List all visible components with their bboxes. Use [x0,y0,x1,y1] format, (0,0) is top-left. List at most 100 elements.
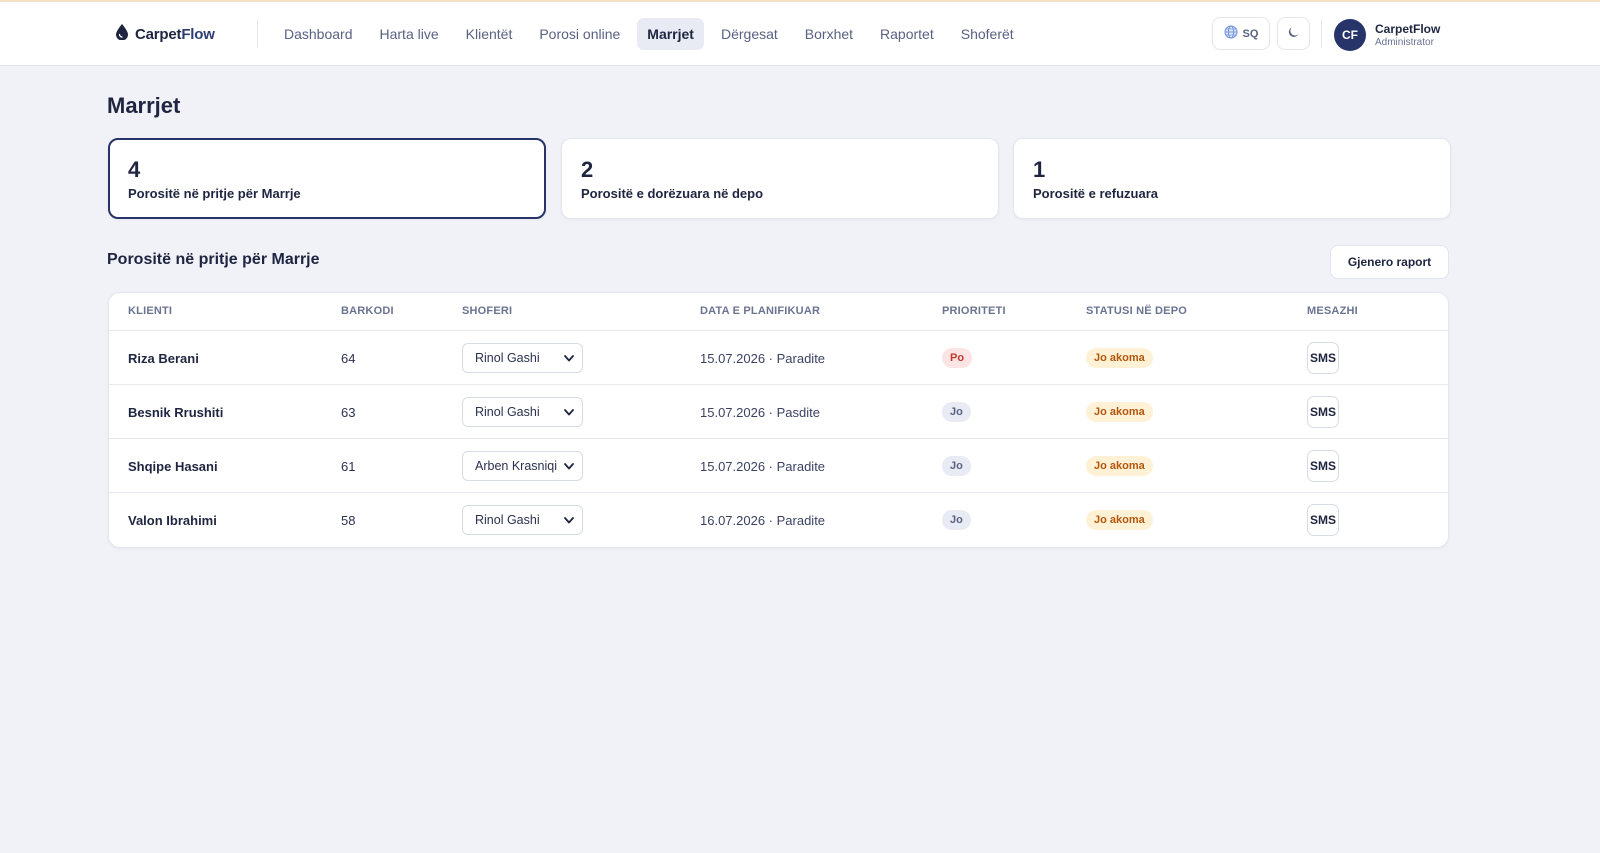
priority-cell: Po [942,331,973,385]
message-cell: SMS [1307,385,1339,439]
top-navbar: CarpetFlow Dashboard Harta live Klientët… [0,2,1600,66]
section-title: Porositë në pritje për Marrje [107,251,320,268]
driver-select[interactable]: Rinol Gashi [462,343,583,373]
nav-item-porosi-online[interactable]: Porosi online [529,18,630,50]
user-role: Administrator [1375,37,1434,48]
driver-select-value: Rinol Gashi [475,405,540,419]
nav-item-harta-live[interactable]: Harta live [370,18,449,50]
column-header-shoferi: SHOFERI [462,305,513,317]
status-cell: Jo akoma [1086,493,1153,547]
main-nav: Dashboard Harta live Klientët Porosi onl… [274,18,1031,50]
column-header-mesazhi: MESAZHI [1307,305,1358,317]
chevron-down-icon [564,459,574,473]
pickups-table: KLIENTI BARKODI SHOFERI DATA E PLANIFIKU… [108,292,1449,548]
driver-cell: Rinol Gashi [462,493,583,547]
globe-icon [1224,25,1238,42]
stat-card-pending[interactable]: 4 Porositë në pritje për Marrje [108,138,546,219]
chevron-down-icon [564,351,574,365]
barcode: 63 [341,404,356,420]
sms-button[interactable]: SMS [1307,396,1339,428]
brand-name-part1: Carpet [135,26,182,43]
scheduled-date: 15.07.2026 · Pasdite [700,404,820,420]
nav-item-marrjet[interactable]: Marrjet [637,18,704,50]
client-name: Valon Ibrahimi [128,512,217,528]
nav-item-klientet[interactable]: Klientët [456,18,523,50]
priority-cell: Jo [942,439,971,493]
table-row: Besnik Rrushiti 63 Rinol Gashi 15.07.202… [109,385,1448,439]
column-header-klienti: KLIENTI [128,305,173,317]
barcode: 64 [341,350,356,366]
stat-label: Porositë në pritje për Marrje [128,186,301,201]
client-name: Shqipe Hasani [128,458,218,474]
priority-badge: Jo [942,456,971,476]
column-header-prioriteti: PRIORITETI [942,305,1006,317]
stat-value: 1 [1033,157,1046,182]
stat-card-delivered[interactable]: 2 Porositë e dorëzuara në depo [561,138,999,219]
table-row: Valon Ibrahimi 58 Rinol Gashi 16.07.2026… [109,493,1448,547]
message-cell: SMS [1307,493,1339,547]
status-cell: Jo akoma [1086,385,1153,439]
status-badge: Jo akoma [1086,456,1153,476]
nav-item-shoferet[interactable]: Shoferët [951,18,1024,50]
driver-select-value: Rinol Gashi [475,351,540,365]
table-header: KLIENTI BARKODI SHOFERI DATA E PLANIFIKU… [109,293,1448,331]
stat-card-refused[interactable]: 1 Porositë e refuzuara [1013,138,1451,219]
stat-value: 4 [128,157,141,182]
column-header-data: DATA E PLANIFIKUAR [700,305,821,317]
stat-label: Porositë e refuzuara [1033,186,1158,201]
stat-label: Porositë e dorëzuara në depo [581,186,764,201]
barcode: 61 [341,458,356,474]
theme-toggle-button[interactable] [1277,17,1310,50]
priority-badge: Jo [942,402,971,422]
sms-button[interactable]: SMS [1307,504,1339,536]
generate-report-button[interactable]: Gjenero raport [1330,245,1449,279]
avatar[interactable]: CF [1334,19,1366,51]
header-divider [257,20,258,48]
driver-select-value: Arben Krasniqi [475,459,557,473]
driver-select[interactable]: Rinol Gashi [462,505,583,535]
status-cell: Jo akoma [1086,331,1153,385]
barcode: 58 [341,512,356,528]
driver-cell: Rinol Gashi [462,385,583,439]
driver-select[interactable]: Arben Krasniqi [462,451,583,481]
brand-logo[interactable]: CarpetFlow [115,24,215,45]
drop-icon [115,24,129,45]
table-row: Riza Berani 64 Rinol Gashi 15.07.2026 · … [109,331,1448,385]
priority-cell: Jo [942,385,971,439]
brand-name-part2: Flow [181,26,215,43]
page-title: Marrjet [107,93,181,118]
status-cell: Jo akoma [1086,439,1153,493]
status-badge: Jo akoma [1086,510,1153,530]
nav-item-raportet[interactable]: Raportet [870,18,944,50]
column-header-statusi: STATUSI NË DEPO [1086,305,1187,317]
moon-icon [1288,25,1300,43]
nav-item-borxhet[interactable]: Borxhet [795,18,863,50]
user-name: CarpetFlow [1375,22,1441,36]
sms-button[interactable]: SMS [1307,342,1339,374]
scheduled-date: 15.07.2026 · Paradite [700,458,826,474]
nav-item-dashboard[interactable]: Dashboard [274,18,363,50]
language-button[interactable]: SQ [1212,17,1270,50]
table-row: Shqipe Hasani 61 Arben Krasniqi 15.07.20… [109,439,1448,493]
column-header-barkodi: BARKODI [341,305,394,317]
scheduled-date: 16.07.2026 · Paradite [700,512,826,528]
status-badge: Jo akoma [1086,402,1153,422]
message-cell: SMS [1307,439,1339,493]
sms-button[interactable]: SMS [1307,450,1339,482]
priority-badge: Jo [942,510,971,530]
chevron-down-icon [564,513,574,527]
driver-cell: Rinol Gashi [462,331,583,385]
priority-badge: Po [942,348,973,368]
nav-item-dergesat[interactable]: Dërgesat [711,18,788,50]
driver-select[interactable]: Rinol Gashi [462,397,583,427]
language-code: SQ [1242,27,1259,40]
scheduled-date: 15.07.2026 · Paradite [700,350,826,366]
stat-value: 2 [581,157,594,182]
driver-cell: Arben Krasniqi [462,439,583,493]
status-badge: Jo akoma [1086,348,1153,368]
priority-cell: Jo [942,493,971,547]
user-divider [1321,20,1322,48]
driver-select-value: Rinol Gashi [475,513,540,527]
chevron-down-icon [564,405,574,419]
message-cell: SMS [1307,331,1339,385]
